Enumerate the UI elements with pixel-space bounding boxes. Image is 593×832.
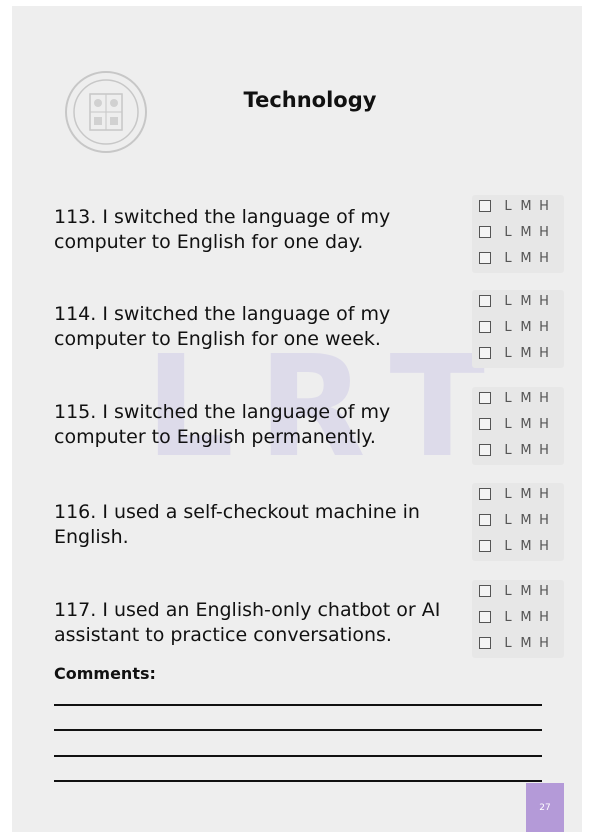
level-high-label: H <box>539 609 549 625</box>
rating-group-116: LMH LMH LMH <box>472 483 564 561</box>
rating-group-113: LMH LMH LMH <box>472 195 564 273</box>
level-high-label: H <box>539 224 549 240</box>
rating-group-117: LMH LMH LMH <box>472 580 564 658</box>
level-high-label: H <box>539 345 549 361</box>
level-medium-label: M <box>520 293 532 309</box>
rating-option[interactable]: LMH <box>479 389 553 407</box>
level-high-label: H <box>539 250 549 266</box>
question-117: 117. I used an English-only chatbot or A… <box>54 599 441 646</box>
level-medium-label: M <box>520 442 532 458</box>
checkbox[interactable] <box>479 226 491 238</box>
rating-option[interactable]: LMH <box>479 537 553 555</box>
level-high-label: H <box>539 583 549 599</box>
level-medium-label: M <box>520 609 532 625</box>
question-114: 114. I switched the language of my compu… <box>54 303 391 350</box>
level-medium-label: M <box>520 635 532 651</box>
checkbox[interactable] <box>479 488 491 500</box>
checkbox[interactable] <box>479 252 491 264</box>
level-low-label: L <box>504 512 512 528</box>
level-medium-label: M <box>520 486 532 502</box>
level-medium-label: M <box>520 416 532 432</box>
level-high-label: H <box>539 538 549 554</box>
page-number: 27 <box>526 783 564 832</box>
checkbox[interactable] <box>479 585 491 597</box>
level-high-label: H <box>539 319 549 335</box>
checkbox[interactable] <box>479 514 491 526</box>
level-low-label: L <box>504 442 512 458</box>
rating-option[interactable]: LMH <box>479 223 553 241</box>
checkbox[interactable] <box>479 611 491 623</box>
comment-line[interactable] <box>54 755 542 757</box>
rating-group-115: LMH LMH LMH <box>472 387 564 465</box>
level-low-label: L <box>504 293 512 309</box>
page-title: Technology <box>243 88 377 112</box>
level-low-label: L <box>504 635 512 651</box>
rating-option[interactable]: LMH <box>479 634 553 652</box>
level-medium-label: M <box>520 538 532 554</box>
level-medium-label: M <box>520 345 532 361</box>
comment-line[interactable] <box>54 704 542 706</box>
level-high-label: H <box>539 293 549 309</box>
level-low-label: L <box>504 250 512 266</box>
checkbox[interactable] <box>479 418 491 430</box>
university-seal-icon <box>65 71 147 153</box>
comments-label: Comments: <box>54 664 156 683</box>
level-low-label: L <box>504 390 512 406</box>
checkbox[interactable] <box>479 540 491 552</box>
checkbox[interactable] <box>479 444 491 456</box>
level-high-label: H <box>539 442 549 458</box>
level-medium-label: M <box>520 583 532 599</box>
level-low-label: L <box>504 538 512 554</box>
level-medium-label: M <box>520 512 532 528</box>
rating-option[interactable]: LMH <box>479 344 553 362</box>
rating-option[interactable]: LMH <box>479 292 553 310</box>
rating-option[interactable]: LMH <box>479 318 553 336</box>
level-medium-label: M <box>520 319 532 335</box>
comment-line[interactable] <box>54 729 542 731</box>
level-high-label: H <box>539 512 549 528</box>
level-low-label: L <box>504 416 512 432</box>
level-low-label: L <box>504 609 512 625</box>
rating-option[interactable]: LMH <box>479 485 553 503</box>
rating-option[interactable]: LMH <box>479 511 553 529</box>
level-low-label: L <box>504 198 512 214</box>
rating-option[interactable]: LMH <box>479 415 553 433</box>
level-low-label: L <box>504 224 512 240</box>
checkbox[interactable] <box>479 392 491 404</box>
question-116: 116. I used a self-checkout machine in E… <box>54 501 420 548</box>
comment-line[interactable] <box>54 780 542 782</box>
checkbox[interactable] <box>479 321 491 333</box>
question-115: 115. I switched the language of my compu… <box>54 401 391 448</box>
rating-option[interactable]: LMH <box>479 582 553 600</box>
question-113: 113. I switched the language of my compu… <box>54 206 391 253</box>
level-medium-label: M <box>520 250 532 266</box>
rating-option[interactable]: LMH <box>479 441 553 459</box>
level-medium-label: M <box>520 198 532 214</box>
level-high-label: H <box>539 390 549 406</box>
level-low-label: L <box>504 486 512 502</box>
level-high-label: H <box>539 635 549 651</box>
checkbox[interactable] <box>479 637 491 649</box>
checkbox[interactable] <box>479 295 491 307</box>
level-low-label: L <box>504 319 512 335</box>
rating-option[interactable]: LMH <box>479 197 553 215</box>
level-high-label: H <box>539 198 549 214</box>
level-high-label: H <box>539 416 549 432</box>
level-low-label: L <box>504 345 512 361</box>
rating-option[interactable]: LMH <box>479 608 553 626</box>
checkbox[interactable] <box>479 200 491 212</box>
level-high-label: H <box>539 486 549 502</box>
level-low-label: L <box>504 583 512 599</box>
rating-group-114: LMH LMH LMH <box>472 290 564 368</box>
level-medium-label: M <box>520 224 532 240</box>
rating-option[interactable]: LMH <box>479 249 553 267</box>
checkbox[interactable] <box>479 347 491 359</box>
level-medium-label: M <box>520 390 532 406</box>
